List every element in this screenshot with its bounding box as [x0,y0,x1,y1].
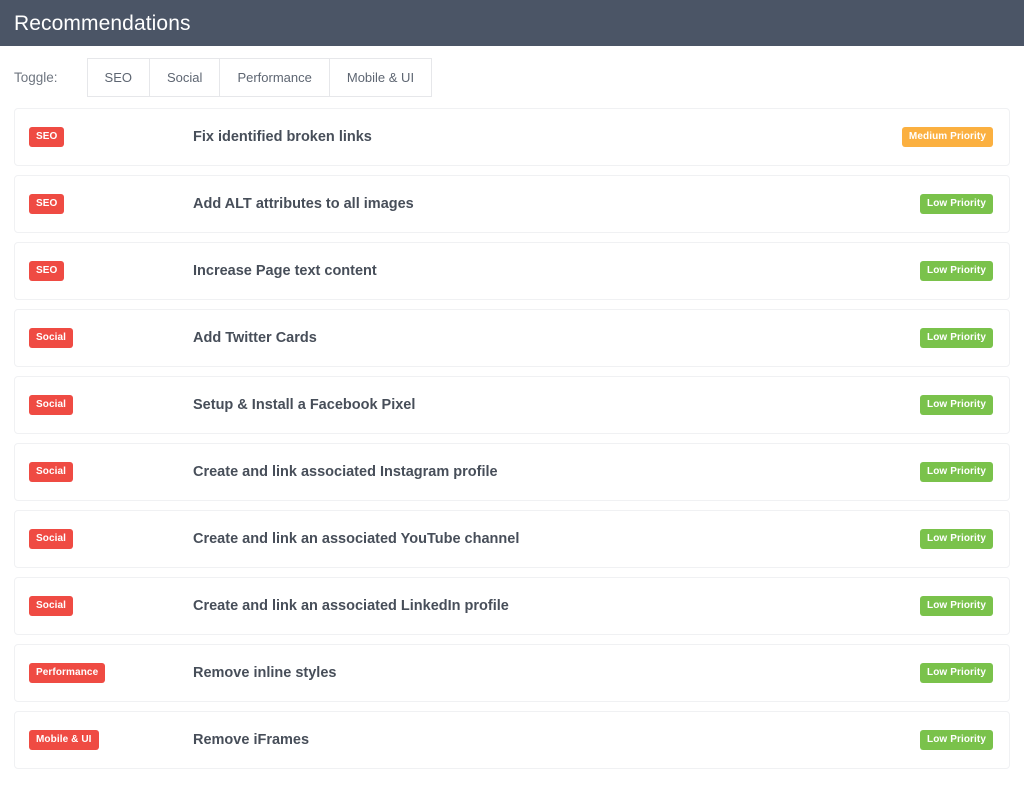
priority-cell: Low Priority [920,328,993,348]
priority-badge: Low Priority [920,261,993,281]
recommendation-row[interactable]: SEO Fix identified broken linksMedium Pri… [14,108,1010,166]
category-cell: Mobile & UI [29,730,193,750]
toggle-button-social[interactable]: Social [149,58,219,97]
recommendation-row[interactable]: Social Setup & Install a Facebook PixelLo… [14,376,1010,434]
priority-cell: Low Priority [920,663,993,683]
category-cell: Social [29,328,193,348]
toggle-button-performance[interactable]: Performance [219,58,328,97]
category-badge: Social [29,328,73,348]
app-header: Recommendations [0,0,1024,46]
category-cell: Performance [29,663,193,683]
category-badge: Social [29,596,73,616]
priority-cell: Low Priority [920,596,993,616]
toggle-bar: Toggle: SEOSocialPerformanceMobile & UI [0,46,1024,108]
page-title: Recommendations [14,13,191,34]
category-toggle-group: SEOSocialPerformanceMobile & UI [87,58,433,97]
category-badge: SEO [29,127,64,147]
recommendation-row[interactable]: SEO Add ALT attributes to all imagesLow P… [14,175,1010,233]
category-cell: SEO [29,194,193,214]
category-cell: Social [29,529,193,549]
priority-badge: Low Priority [920,462,993,482]
toggle-button-mobile-ui[interactable]: Mobile & UI [329,58,432,97]
recommendation-row[interactable]: Performance Remove inline stylesLow Prior… [14,644,1010,702]
recommendations-list: SEO Fix identified broken linksMedium Pri… [0,108,1024,769]
category-cell: Social [29,395,193,415]
category-badge: Social [29,529,73,549]
recommendation-title: Add ALT attributes to all images [193,196,920,212]
recommendation-title: Create and link an associated LinkedIn p… [193,598,920,614]
recommendation-title: Remove inline styles [193,665,920,681]
priority-cell: Low Priority [920,462,993,482]
priority-cell: Low Priority [920,529,993,549]
priority-badge: Low Priority [920,529,993,549]
recommendation-row[interactable]: Social Create and link an associated YouT… [14,510,1010,568]
category-badge: Social [29,395,73,415]
priority-cell: Low Priority [920,261,993,281]
category-cell: Social [29,596,193,616]
category-cell: SEO [29,261,193,281]
priority-badge: Low Priority [920,395,993,415]
priority-badge: Low Priority [920,730,993,750]
category-badge: Social [29,462,73,482]
priority-badge: Low Priority [920,194,993,214]
recommendation-title: Add Twitter Cards [193,330,920,346]
recommendation-row[interactable]: SEO Increase Page text contentLow Priorit… [14,242,1010,300]
recommendation-title: Increase Page text content [193,263,920,279]
category-badge: Mobile & UI [29,730,99,750]
priority-cell: Low Priority [920,395,993,415]
category-cell: SEO [29,127,193,147]
recommendation-row[interactable]: Social Add Twitter CardsLow Priority [14,309,1010,367]
category-badge: SEO [29,261,64,281]
recommendation-title: Create and link an associated YouTube ch… [193,531,920,547]
category-badge: Performance [29,663,105,683]
priority-badge: Low Priority [920,663,993,683]
recommendation-title: Remove iFrames [193,732,920,748]
priority-badge: Medium Priority [902,127,993,147]
recommendation-title: Setup & Install a Facebook Pixel [193,397,920,413]
toggle-button-seo[interactable]: SEO [87,58,149,97]
toggle-label: Toggle: [14,70,58,85]
priority-cell: Low Priority [920,730,993,750]
category-badge: SEO [29,194,64,214]
category-cell: Social [29,462,193,482]
priority-cell: Low Priority [920,194,993,214]
priority-badge: Low Priority [920,328,993,348]
recommendation-row[interactable]: Social Create and link an associated Link… [14,577,1010,635]
recommendation-row[interactable]: Mobile & UI Remove iFramesLow Priority [14,711,1010,769]
recommendation-title: Fix identified broken links [193,129,902,145]
recommendation-row[interactable]: Social Create and link associated Instagr… [14,443,1010,501]
recommendation-title: Create and link associated Instagram pro… [193,464,920,480]
priority-badge: Low Priority [920,596,993,616]
priority-cell: Medium Priority [902,127,993,147]
